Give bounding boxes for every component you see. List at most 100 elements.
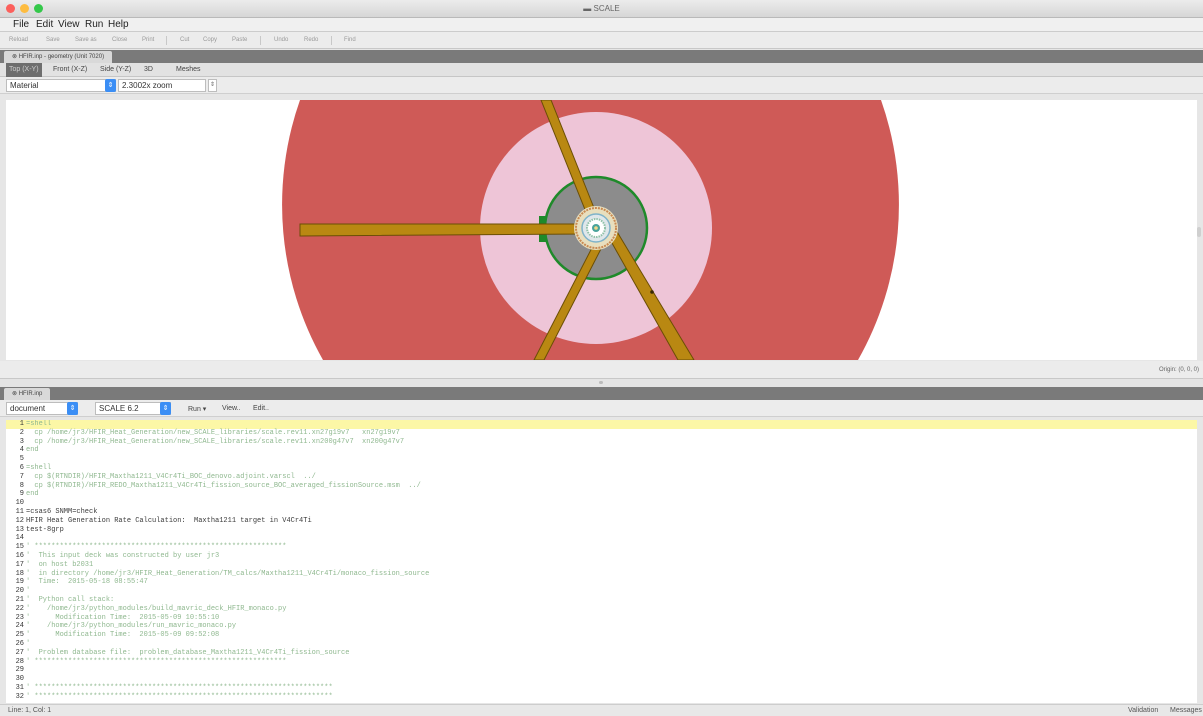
editor-line[interactable]: 18 ' in directory /home/jr3/HFIR_Heat_Gen… — [6, 570, 1197, 579]
editor-line[interactable]: 1 =shell — [6, 420, 1197, 429]
tab-meshes[interactable]: Meshes — [176, 66, 201, 73]
close-button[interactable]: Close — [112, 37, 127, 43]
core-region — [574, 206, 618, 250]
line-number: 19 — [15, 578, 24, 587]
editor-line[interactable]: 14 — [6, 534, 1197, 543]
editor-line[interactable]: 7 cp $(RTNDIR)/HFIR_Maxtha1211_V4Cr4Ti_B… — [6, 473, 1197, 482]
menu-edit[interactable]: Edit — [36, 19, 53, 30]
origin-readout: Origin: (0, 0, 0) — [1158, 367, 1199, 373]
editor-line[interactable]: 28 ' ************************************… — [6, 658, 1197, 667]
cursor-position: Line: 1, Col: 1 — [8, 707, 52, 714]
line-number: 15 — [15, 543, 24, 552]
editor-line[interactable]: 32 ' ************************************… — [6, 693, 1197, 702]
editor-line[interactable]: 21 ' Python call stack: — [6, 596, 1197, 605]
editor-line[interactable]: 13 test-8grp — [6, 526, 1197, 535]
run-button[interactable]: Run ▾ — [188, 405, 206, 413]
editor-line[interactable]: 10 — [6, 499, 1197, 508]
line-number: 16 — [15, 551, 24, 560]
editor-line[interactable]: 25 ' Modification Time: 2015-05-09 09:52:… — [6, 631, 1197, 640]
tab-front-view[interactable]: Front (X-Z) — [53, 66, 87, 73]
copy-button[interactable]: Copy — [203, 37, 217, 43]
view-button[interactable]: View.. — [222, 405, 241, 412]
editor-line[interactable]: 17 ' on host b2031 — [6, 561, 1197, 570]
line-number: 23 — [15, 613, 24, 622]
editor-line[interactable]: 5 — [6, 455, 1197, 464]
chevron-updown-icon[interactable]: ⇕ — [105, 79, 116, 92]
menu-view[interactable]: View — [58, 19, 80, 30]
validation-tab[interactable]: Validation — [1128, 707, 1158, 714]
line-text: ' on host b2031 — [26, 560, 94, 569]
editor-line[interactable]: 23 ' Modification Time: 2015-05-09 10:55:… — [6, 614, 1197, 623]
editor-line[interactable]: 31 ' ************************************… — [6, 684, 1197, 693]
line-number: 14 — [15, 534, 24, 543]
line-text: =shell — [26, 420, 52, 428]
paste-button[interactable]: Paste — [232, 37, 247, 43]
edit-button[interactable]: Edit.. — [253, 405, 269, 412]
geometry-plot[interactable] — [6, 100, 1197, 360]
close-tab-icon[interactable]: ⊗ — [12, 54, 19, 60]
pane-splitter[interactable] — [0, 379, 1203, 387]
editor-line[interactable]: 2 cp /home/jr3/HFIR_Heat_Generation/new_… — [6, 429, 1197, 438]
dropdown-arrow-icon: ▾ — [202, 406, 207, 413]
editor-line[interactable]: 22 ' /home/jr3/python_modules/build_mavri… — [6, 605, 1197, 614]
chevron-updown-icon[interactable]: ⇕ — [67, 402, 78, 415]
editor-line[interactable]: 27 ' Problem database file: problem_datab… — [6, 649, 1197, 658]
menu-run[interactable]: Run — [85, 19, 103, 30]
color-mode-select[interactable]: Material — [6, 79, 116, 92]
editor-line[interactable]: 20 ' — [6, 587, 1197, 596]
print-button[interactable]: Print — [142, 37, 154, 43]
editor-line[interactable]: 4 end — [6, 446, 1197, 455]
editor-line[interactable]: 30 — [6, 675, 1197, 684]
scrollbar-hint[interactable] — [1197, 227, 1201, 237]
line-number: 6 — [19, 463, 24, 472]
messages-tab[interactable]: Messages — [1170, 707, 1202, 714]
line-number: 30 — [15, 675, 24, 684]
document-tab-strip: ⊗ HFIR.inp — [0, 387, 1203, 400]
tab-side-view[interactable]: Side (Y-Z) — [100, 66, 131, 73]
editor-line[interactable]: 8 cp $(RTNDIR)/HFIR_REDO_Maxtha1211_V4Cr… — [6, 482, 1197, 491]
save-as-button[interactable]: Save as — [75, 37, 97, 43]
menu-help[interactable]: Help — [108, 19, 129, 30]
editor-line[interactable]: 12 HFIR Heat Generation Rate Calculation:… — [6, 517, 1197, 526]
code-editor[interactable]: 1 =shell 2 cp /home/jr3/HFIR_Heat_Generat… — [6, 420, 1197, 703]
undo-button[interactable]: Undo — [274, 37, 288, 43]
editor-line[interactable]: 29 — [6, 666, 1197, 675]
chevron-updown-icon[interactable]: ⇕ — [160, 402, 171, 415]
cut-button[interactable]: Cut — [180, 37, 189, 43]
toolbar-divider — [166, 36, 167, 45]
reload-button[interactable]: Reload — [9, 37, 28, 43]
zoom-stepper[interactable]: ⇕ — [208, 79, 217, 92]
editor-line[interactable]: 26 ' — [6, 640, 1197, 649]
line-text: ' This input deck was constructed by use… — [26, 551, 220, 560]
find-button[interactable]: Find — [344, 37, 356, 43]
line-text: ' — [26, 639, 31, 648]
editor-line[interactable]: 11 =csas6 SNMM=check — [6, 508, 1197, 517]
editor-line[interactable]: 3 cp /home/jr3/HFIR_Heat_Generation/new_… — [6, 438, 1197, 447]
title-bar: ▬ SCALE — [0, 0, 1203, 18]
geometry-canvas[interactable] — [6, 100, 1197, 360]
view-tabs: Top (X-Y) Front (X-Z) Side (Y-Z) 3D Mesh… — [0, 63, 1203, 77]
line-number: 13 — [15, 525, 24, 534]
tab-geometry[interactable]: ⊗ HFIR.inp - geometry (Unit 7020) — [4, 51, 113, 63]
line-number: 4 — [19, 446, 24, 455]
line-text: end — [26, 490, 39, 499]
editor-line[interactable]: 16 ' This input deck was constructed by u… — [6, 552, 1197, 561]
line-text: ' — [26, 587, 31, 596]
tab-document[interactable]: ⊗ HFIR.inp — [4, 388, 51, 400]
line-number: 17 — [15, 560, 24, 569]
menu-file[interactable]: File — [13, 19, 29, 30]
line-number: 31 — [15, 683, 24, 692]
tab-top-view[interactable]: Top (X-Y) — [6, 63, 42, 77]
editor-line[interactable]: 15 ' ************************************… — [6, 543, 1197, 552]
toolbar-divider — [331, 36, 332, 45]
editor-line[interactable]: 19 ' Time: 2015-05-18 08:55:47 — [6, 578, 1197, 587]
editor-line[interactable]: 24 ' /home/jr3/python_modules/run_mavric_… — [6, 622, 1197, 631]
zoom-field[interactable]: 2.3002x zoom — [118, 79, 206, 92]
editor-line[interactable]: 6 =shell — [6, 464, 1197, 473]
redo-button[interactable]: Redo — [304, 37, 318, 43]
tab-3d-view[interactable]: 3D — [144, 66, 153, 73]
editor-line[interactable]: 9 end — [6, 490, 1197, 499]
save-button[interactable]: Save — [46, 37, 60, 43]
close-tab-icon[interactable]: ⊗ — [12, 391, 19, 397]
marker-dot — [650, 290, 654, 294]
